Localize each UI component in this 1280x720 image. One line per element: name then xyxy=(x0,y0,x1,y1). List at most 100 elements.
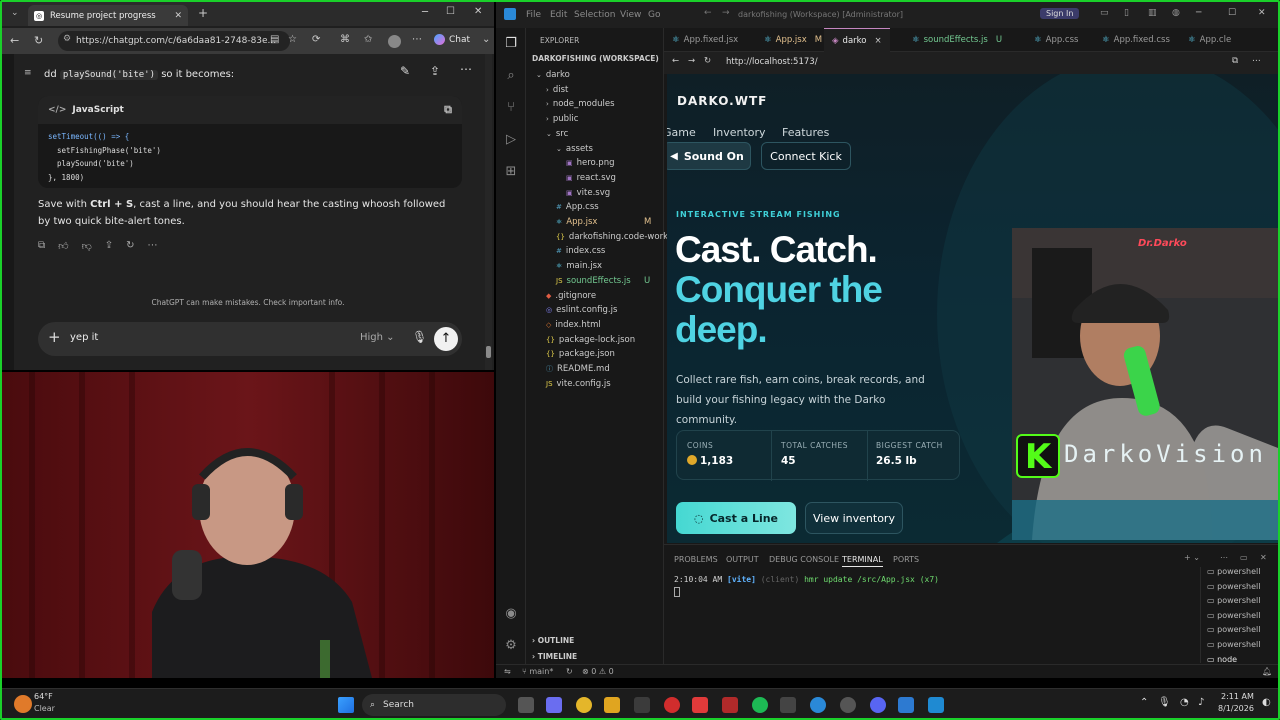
workspace-title[interactable]: DARKOFISHING (WORKSPACE) xyxy=(532,54,659,63)
site-nav-inventory[interactable]: Inventory xyxy=(713,126,766,139)
share-message-icon[interactable]: ⇪ xyxy=(105,240,113,252)
editor-tab[interactable]: ⚛ App.fixed.css xyxy=(1094,28,1178,52)
nav-forward-icon[interactable]: → xyxy=(722,8,730,18)
vs-maximize-icon[interactable]: ☐ xyxy=(1228,8,1236,18)
volume-icon[interactable]: ♪ xyxy=(1198,697,1204,708)
favorites-icon[interactable]: ✩ xyxy=(364,34,372,45)
nav-back-icon[interactable]: ← xyxy=(704,8,712,18)
share-icon[interactable]: ⇪ xyxy=(430,64,440,78)
tree-item[interactable]: › public xyxy=(546,112,578,126)
weather-icon[interactable] xyxy=(14,695,32,713)
vscode-taskbar-icon[interactable] xyxy=(928,697,944,713)
terminal-list-item[interactable]: ▭ powershell xyxy=(1207,611,1260,620)
editor-tab[interactable]: ⚛ App.fixed.jsx xyxy=(664,28,746,52)
back-icon[interactable]: ← xyxy=(10,34,19,47)
maximize-icon[interactable]: ☐ xyxy=(446,6,455,17)
tree-item[interactable]: JS soundEffects.js U xyxy=(556,274,650,288)
tray-chevron-icon[interactable]: ⌃ xyxy=(1140,697,1148,708)
chat-input[interactable]: yep it xyxy=(70,332,98,343)
tree-item[interactable]: ◆ .gitignore xyxy=(546,289,596,303)
send-button[interactable]: ↑ xyxy=(434,327,458,351)
app-icon-red[interactable] xyxy=(722,697,738,713)
menu-go[interactable]: Go xyxy=(648,10,660,20)
menu-view[interactable]: View xyxy=(620,10,641,20)
spotify-icon[interactable] xyxy=(752,697,768,713)
preview-back-icon[interactable]: ← xyxy=(672,56,679,66)
taskbar-search[interactable]: ⌕ Search xyxy=(362,694,506,716)
editor-tab[interactable]: ⚛ App.jsx M xyxy=(756,28,830,52)
tree-item[interactable]: › dist xyxy=(546,83,568,97)
wifi-icon[interactable]: ◔ xyxy=(1180,697,1189,708)
bookmark-star-icon[interactable]: ☆ xyxy=(288,34,297,45)
tree-item[interactable]: › node_modules xyxy=(546,97,615,111)
site-nav-game[interactable]: Game xyxy=(667,126,696,139)
sidebar-icon[interactable]: ▥ xyxy=(1148,8,1157,18)
menu-file[interactable]: File xyxy=(526,10,541,20)
editor-tab[interactable]: ◈ darko × xyxy=(824,28,890,52)
panel-tab-terminal[interactable]: TERMINAL xyxy=(842,555,883,567)
thumbs-up-icon[interactable]: 👍︎ xyxy=(58,240,68,252)
chevron-down-icon[interactable]: ⌄ xyxy=(482,34,490,45)
view-inventory-button[interactable]: View inventory xyxy=(805,502,903,534)
chrome-icon[interactable] xyxy=(576,697,592,713)
source-control-icon[interactable]: ⑂ xyxy=(503,100,519,116)
task-view-icon[interactable] xyxy=(518,697,534,713)
thumbs-down-icon[interactable]: 👎︎ xyxy=(82,240,92,252)
app-icon-circle[interactable] xyxy=(840,697,856,713)
tree-item[interactable]: JS vite.config.js xyxy=(546,377,611,391)
sound-toggle-button[interactable]: ◀︎ Sound On xyxy=(667,142,751,170)
regenerate-icon[interactable]: ↻ xyxy=(126,240,134,252)
new-tab-icon[interactable]: + xyxy=(198,6,208,20)
terminal-list-item[interactable]: ▭ powershell xyxy=(1207,567,1260,576)
panel-icon[interactable]: ▯ xyxy=(1124,8,1129,18)
panel-tab-debug-console[interactable]: DEBUG CONSOLE xyxy=(769,555,839,564)
chat-sidebar-collapsed[interactable]: ≡ xyxy=(2,54,32,370)
preview-forward-icon[interactable]: → xyxy=(688,56,695,66)
tree-item[interactable]: ⌄ darko xyxy=(536,68,570,82)
close-window-icon[interactable]: ✕ xyxy=(474,6,482,17)
preview-reload-icon[interactable]: ↻ xyxy=(704,56,711,66)
tray-mic-icon[interactable]: 🎙︎ xyxy=(1158,697,1171,708)
terminal-list-item[interactable]: ▭ powershell xyxy=(1207,596,1260,605)
remote-icon[interactable]: ⇋ xyxy=(504,667,511,676)
panel-tab-ports[interactable]: PORTS xyxy=(893,555,919,564)
sign-in-button[interactable]: Sign In xyxy=(1040,8,1080,19)
open-external-icon[interactable]: ⧉ xyxy=(1232,56,1238,66)
minimize-icon[interactable]: ─ xyxy=(422,7,428,18)
editor-tab[interactable]: ⚛ soundEffects.js U xyxy=(904,28,1010,52)
outline-section[interactable]: › OUTLINE xyxy=(532,636,574,645)
problems-indicator[interactable]: ⊗ 0 ⚠ 0 xyxy=(582,667,614,676)
more-icon[interactable]: ⋯ xyxy=(412,34,422,45)
discord-icon[interactable] xyxy=(870,697,886,713)
preview-url[interactable]: http://localhost:5173/ xyxy=(726,57,818,67)
tree-item[interactable]: {} package.json xyxy=(546,347,615,361)
close-panel-icon[interactable]: ✕ xyxy=(1260,553,1267,562)
app-icon-gray[interactable] xyxy=(780,697,796,713)
extensions-icon[interactable]: ⊞ xyxy=(503,164,519,180)
terminal-list-item[interactable]: ▭ node xyxy=(1207,655,1237,664)
accounts-icon[interactable]: ◉ xyxy=(503,606,519,622)
weather-condition[interactable]: Clear xyxy=(34,704,55,713)
site-info-icon[interactable]: ⚙ xyxy=(63,34,71,44)
close-editor-tab-icon[interactable]: × xyxy=(874,36,881,46)
menu-edit[interactable]: Edit xyxy=(550,10,567,20)
microphone-icon[interactable]: 🎙︎ xyxy=(412,330,427,344)
app-icon-blue[interactable] xyxy=(898,697,914,713)
terminal-more-icon[interactable]: ⋯ xyxy=(1220,553,1228,562)
terminal-list-item[interactable]: ▭ powershell xyxy=(1207,625,1260,634)
chat-scrollbar[interactable] xyxy=(485,54,492,370)
globe-icon[interactable]: ◍ xyxy=(1172,8,1180,18)
editor-tab[interactable]: ⚛ App.cle xyxy=(1180,28,1239,52)
maximize-panel-icon[interactable]: ▭ xyxy=(1240,553,1248,562)
reader-icon[interactable]: ▤ xyxy=(270,34,279,45)
browser-tab-active[interactable]: ◎ Resume project progress ✕ xyxy=(28,5,188,26)
tree-item[interactable]: ⌄ src xyxy=(546,127,568,141)
split-icon[interactable]: ⌘ xyxy=(340,34,350,45)
site-nav-features[interactable]: Features xyxy=(782,126,829,139)
preview-more-icon[interactable]: ⋯ xyxy=(1252,56,1261,66)
tree-item[interactable]: ▣ vite.svg xyxy=(566,186,610,200)
weather-temp[interactable]: 64°F xyxy=(34,692,53,701)
obs-icon[interactable] xyxy=(664,697,680,713)
editor-tab[interactable]: ⚛ App.css xyxy=(1026,28,1086,52)
branch-indicator[interactable]: ⑂ main* xyxy=(522,667,553,676)
